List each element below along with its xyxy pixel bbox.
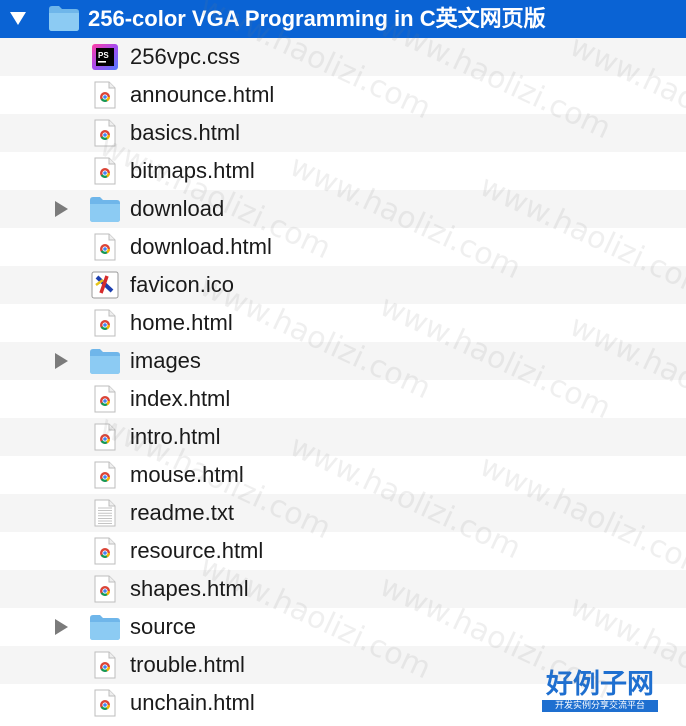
folder-icon [89, 195, 120, 223]
file-row[interactable]: mouse.html [0, 456, 686, 494]
ico-file-icon [91, 271, 121, 299]
file-row[interactable]: basics.html [0, 114, 686, 152]
chrome-html-file-icon [94, 575, 124, 603]
file-row[interactable]: home.html [0, 304, 686, 342]
item-label: intro.html [130, 424, 221, 449]
file-tree: 256-color VGA Programming in C英文网页版 PS 256… [0, 0, 686, 722]
chrome-html-file-icon [94, 423, 124, 451]
chrome-html-file-icon [94, 119, 124, 147]
chrome-html-file-icon [94, 157, 124, 185]
item-label: download.html [130, 234, 272, 259]
chrome-html-file-icon [94, 81, 124, 109]
file-row[interactable]: shapes.html [0, 570, 686, 608]
folder-row[interactable]: images [0, 342, 686, 380]
item-label: mouse.html [130, 462, 244, 487]
folder-row[interactable]: download [0, 190, 686, 228]
chrome-html-file-icon [94, 537, 124, 565]
file-row[interactable]: readme.txt [0, 494, 686, 532]
chrome-html-file-icon [94, 309, 124, 337]
item-label: unchain.html [130, 690, 255, 715]
item-label: index.html [130, 386, 231, 411]
item-label: 256vpc.css [130, 44, 241, 69]
file-row[interactable]: bitmaps.html [0, 152, 686, 190]
item-label: favicon.ico [130, 272, 234, 297]
chrome-html-file-icon [94, 233, 124, 261]
phpstorm-file-icon: PS [91, 43, 121, 71]
chrome-html-file-icon [94, 689, 124, 717]
file-row[interactable]: download.html [0, 228, 686, 266]
chrome-html-file-icon [94, 651, 124, 679]
svg-text:PS: PS [98, 51, 109, 60]
folder-icon [48, 4, 79, 32]
file-row[interactable]: resource.html [0, 532, 686, 570]
folder-row[interactable]: source [0, 608, 686, 646]
item-label: shapes.html [130, 576, 249, 601]
folder-icon [89, 347, 120, 375]
chrome-html-file-icon [94, 385, 124, 413]
file-row[interactable]: trouble.html [0, 646, 686, 684]
item-label: readme.txt [130, 500, 234, 525]
item-label: home.html [130, 310, 233, 335]
chrome-html-file-icon [94, 461, 124, 489]
item-label: images [130, 348, 201, 373]
folder-icon [89, 613, 120, 641]
file-row[interactable]: favicon.ico [0, 266, 686, 304]
item-label: resource.html [130, 538, 264, 563]
disclosure-collapsed-icon[interactable] [55, 353, 68, 369]
text-file-icon [94, 499, 124, 527]
item-label: download [130, 196, 225, 221]
file-row[interactable]: announce.html [0, 76, 686, 114]
disclosure-collapsed-icon[interactable] [55, 201, 68, 217]
root-folder-label: 256-color VGA Programming in C英文网页版 [88, 6, 546, 31]
disclosure-expanded-icon[interactable] [10, 12, 26, 25]
disclosure-collapsed-icon[interactable] [55, 619, 68, 635]
file-row[interactable]: index.html [0, 380, 686, 418]
item-label: basics.html [130, 120, 241, 145]
root-folder-row[interactable]: 256-color VGA Programming in C英文网页版 [0, 0, 686, 38]
file-row[interactable]: intro.html [0, 418, 686, 456]
item-label: bitmaps.html [130, 158, 255, 183]
file-row[interactable]: unchain.html [0, 684, 686, 722]
file-row[interactable]: PS 256vpc.css [0, 38, 686, 76]
item-label: announce.html [130, 82, 275, 107]
item-label: trouble.html [130, 652, 245, 677]
item-label: source [130, 614, 197, 639]
